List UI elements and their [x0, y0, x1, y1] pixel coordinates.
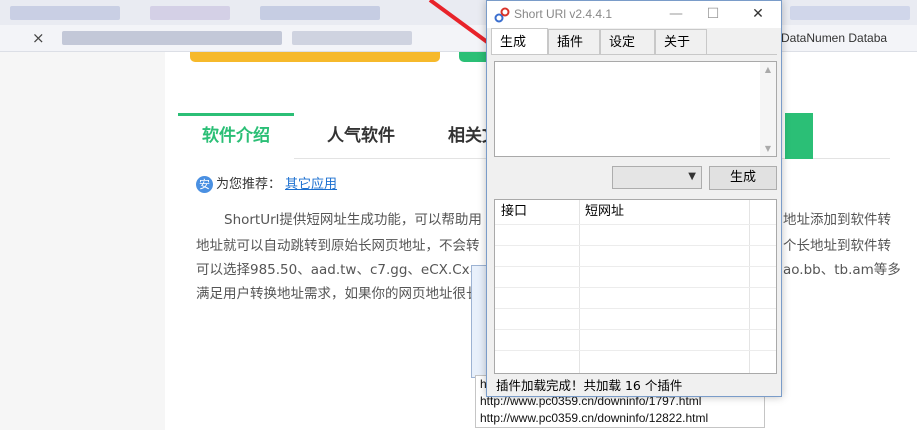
scroll-up-icon[interactable]: ▲	[760, 65, 776, 74]
tab-software-intro[interactable]: 软件介绍	[178, 113, 294, 159]
tab-divider	[491, 54, 777, 55]
green-tab-block[interactable]	[785, 113, 813, 159]
chevron-down-icon: ▼	[688, 171, 696, 182]
blurred-tab[interactable]	[62, 31, 282, 45]
tab-close-icon[interactable]: ×	[32, 29, 45, 47]
close-button[interactable]: ✕	[743, 1, 773, 28]
status-bar: 插件加载完成！共加载 16 个插件	[496, 378, 683, 393]
blurred-region	[10, 6, 120, 20]
window-titlebar[interactable]: Short URl v2.4.4.1 — ☐ ✕	[487, 1, 781, 28]
blurred-tab[interactable]	[292, 31, 412, 45]
recommend-label: 为您推荐：	[216, 177, 282, 192]
grid-line	[495, 329, 776, 330]
minimize-button[interactable]: —	[661, 1, 691, 28]
page-left-margin	[0, 52, 165, 430]
recommend-row: 安为您推荐： 其它应用	[196, 173, 337, 193]
generate-button[interactable]: 生成	[709, 166, 777, 190]
tab-about[interactable]: 关于	[655, 29, 707, 54]
tab-plugins[interactable]: 插件	[548, 29, 600, 54]
browser-tab-right[interactable]: DataNumen Databa	[781, 31, 887, 45]
grid-line	[495, 224, 776, 225]
column-interface[interactable]: 接口	[495, 200, 527, 224]
intro-line-1: ShortUrl提供短网址生成功能，可以帮助用	[224, 212, 482, 228]
short-url-window: Short URl v2.4.4.1 — ☐ ✕ 生成 插件 设定 关于 ▲ ▼…	[486, 0, 782, 397]
tab-popular-software[interactable]: 人气软件	[303, 113, 419, 159]
blurred-region	[150, 6, 230, 20]
url-line: http://www.pc0359.cn/downinfo/12822.html	[480, 411, 709, 425]
intro-line-2: 地址就可以自动跳转到原始长网页地址，不会转	[196, 238, 480, 254]
scroll-down-icon[interactable]: ▼	[760, 144, 776, 153]
result-table[interactable]: 接口 短网址	[494, 199, 777, 374]
intro-line-3: 可以选择985.50、aad.tw、c7.gg、eCX.Cx、ex	[196, 262, 500, 278]
app-link-icon	[494, 7, 510, 23]
maximize-button[interactable]: ☐	[698, 1, 728, 28]
intro-line-4: 满足用户转换地址需求，如果你的网页地址很长	[196, 286, 480, 302]
grid-line	[495, 245, 776, 246]
grid-line	[495, 287, 776, 288]
blurred-region	[260, 6, 380, 20]
intro-line-1-tail: 地址添加到软件转	[783, 212, 891, 228]
grid-line	[495, 266, 776, 267]
grid-line	[495, 350, 776, 351]
textarea-scrollbar[interactable]: ▲ ▼	[760, 62, 776, 156]
table-header: 接口 短网址	[495, 200, 776, 224]
other-apps-link[interactable]: 其它应用	[285, 177, 337, 192]
service-select[interactable]: ▼	[612, 166, 702, 189]
blurred-region	[790, 6, 910, 20]
tab-settings[interactable]: 设定	[600, 29, 655, 54]
column-short-url[interactable]: 短网址	[579, 200, 624, 224]
intro-line-3-tail: ao.bb、tb.am等多	[783, 262, 901, 278]
intro-line-2-tail: 个长地址到软件转	[783, 238, 891, 254]
window-title: Short URl v2.4.4.1	[514, 7, 613, 21]
long-url-input[interactable]: ▲ ▼	[494, 61, 777, 157]
security-badge-icon: 安	[196, 176, 213, 193]
grid-line	[495, 308, 776, 309]
tab-generate[interactable]: 生成	[491, 28, 548, 55]
